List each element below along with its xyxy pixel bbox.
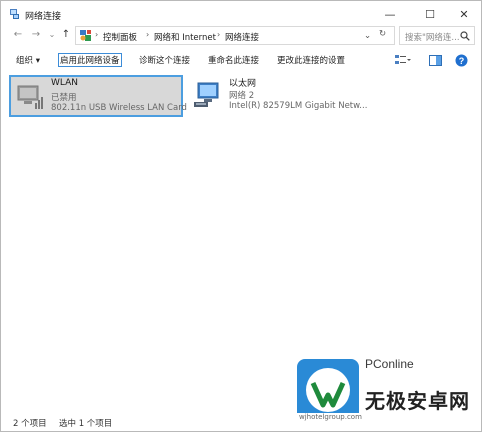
preview-pane-icon [428, 54, 442, 66]
close-icon: ✕ [459, 7, 469, 21]
ethernet-adapter-icon [194, 82, 219, 107]
search-input[interactable]: 搜索"网络连... [399, 26, 475, 45]
breadcrumb-separator: › [146, 30, 150, 39]
preview-pane-button[interactable] [427, 52, 443, 68]
breadcrumb-network-connections[interactable]: 网络连接 [225, 31, 259, 43]
breadcrumb-separator: › [217, 30, 221, 39]
item-count: 2 个项目 [13, 419, 47, 429]
address-field[interactable]: › 控制面板 › 网络和 Internet › 网络连接 ⌄ ↻ [75, 26, 395, 45]
diagnose-connection-button[interactable]: 诊断这个连接 [137, 53, 192, 67]
window-title: 网络连接 [25, 12, 62, 22]
refresh-button[interactable]: ↻ [379, 29, 386, 39]
forward-arrow-icon: → [31, 28, 41, 40]
search-icon [460, 31, 470, 41]
view-options-button[interactable] [393, 52, 413, 68]
organize-menu[interactable]: 组织 ▾ [14, 53, 42, 67]
connection-item-ethernet[interactable]: 以太网 网络 2 Intel(R) 82579LM Gigabit Netw..… [189, 75, 367, 117]
rename-connection-button[interactable]: 重命名此连接 [206, 53, 261, 67]
recent-locations-button[interactable]: ⌄ [45, 27, 59, 41]
minimize-icon: — [384, 7, 396, 21]
connection-status: 网络 2 [229, 91, 255, 101]
maximize-icon: ☐ [425, 7, 435, 21]
connection-adapter: Intel(R) 82579LM Gigabit Netw... [229, 101, 368, 111]
help-button[interactable]: ? [453, 52, 469, 68]
minimize-button[interactable]: — [375, 4, 405, 24]
connection-name: 以太网 [229, 79, 257, 89]
back-arrow-icon: ← [13, 28, 23, 40]
watermark: PConline 无极安卓网 [293, 353, 479, 421]
breadcrumb-network-internet[interactable]: 网络和 Internet [154, 31, 216, 43]
command-bar: 组织 ▾ 启用此网络设备 诊断这个连接 重命名此连接 更改此连接的设置 ? [1, 49, 481, 71]
connection-item-wlan[interactable]: WLAN 已禁用 802.11n USB Wireless LAN Card [9, 75, 187, 117]
watermark-brand: PConline [365, 357, 414, 371]
close-button[interactable]: ✕ [449, 4, 479, 24]
chevron-down-icon: ⌄ [48, 29, 56, 39]
network-folder-icon [10, 9, 19, 19]
back-button[interactable]: ← [11, 27, 25, 41]
network-connections-window: 网络连接 — ☐ ✕ ← → ⌄ ↑ › 控制面板 › 网络和 Internet… [0, 0, 482, 432]
breadcrumb-control-panel[interactable]: 控制面板 [103, 31, 137, 43]
watermark-name: 无极安卓网 [365, 389, 470, 413]
enable-device-button[interactable]: 启用此网络设备 [58, 53, 122, 67]
status-bar: 2 个项目 选中 1 个项目 wjhotelgroup.com [1, 413, 481, 431]
help-icon: ? [455, 54, 467, 66]
connection-status: 已禁用 [51, 93, 77, 103]
maximize-button[interactable]: ☐ [415, 4, 445, 24]
connection-name: WLAN [51, 78, 79, 88]
search-placeholder: 搜索"网络连... [405, 33, 460, 43]
control-panel-icon [80, 30, 91, 41]
up-button[interactable]: ↑ [59, 27, 73, 41]
svg-text:?: ? [458, 56, 464, 66]
watermark-url: wjhotelgroup.com [299, 413, 362, 421]
selected-count: 选中 1 个项目 [59, 419, 113, 429]
connection-adapter: 802.11n USB Wireless LAN Card [51, 103, 187, 113]
address-bar: ← → ⌄ ↑ › 控制面板 › 网络和 Internet › 网络连接 ⌄ ↻… [1, 23, 481, 47]
change-settings-button[interactable]: 更改此连接的设置 [275, 53, 347, 67]
forward-button[interactable]: → [29, 27, 43, 41]
up-arrow-icon: ↑ [61, 28, 71, 40]
address-dropdown-button[interactable]: ⌄ [364, 31, 371, 41]
wireless-adapter-icon [17, 85, 43, 109]
view-list-icon [395, 55, 411, 64]
breadcrumb-separator: › [95, 30, 99, 39]
